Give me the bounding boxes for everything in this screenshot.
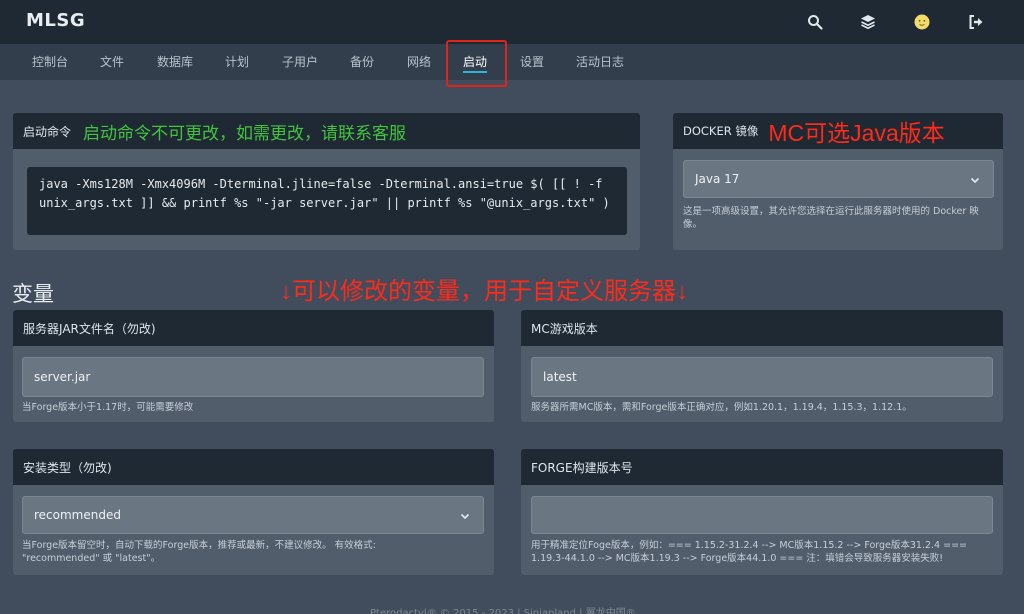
brand-logo[interactable]: MLSG: [26, 10, 85, 31]
chevron-down-icon: [970, 177, 980, 184]
layers-icon[interactable]: [858, 12, 878, 32]
mc-version-value: latest: [543, 370, 577, 384]
docker-image-header: DOCKER 镜像 MC可选Java版本: [673, 113, 1003, 149]
tab-console[interactable]: 控制台: [32, 44, 68, 80]
install-type-help: 当Forge版本留空时，自动下载的Forge版本，推荐或最新，不建议修改。 有效…: [22, 540, 376, 564]
mc-version-help: 服务器所需MC版本，需和Forge版本正确对应，例如1.20.1，1.19.4，…: [531, 402, 912, 413]
docker-image-selected: Java 17: [695, 172, 740, 186]
server-jar-input[interactable]: server.jar: [22, 357, 484, 397]
tab-users[interactable]: 子用户: [282, 44, 318, 80]
forge-build-input[interactable]: [531, 496, 993, 534]
search-icon[interactable]: [805, 12, 825, 32]
tab-schedules[interactable]: 计划: [225, 44, 249, 80]
logout-icon[interactable]: [966, 12, 986, 32]
install-type-value: recommended: [34, 508, 121, 522]
startup-command-header: 启动命令 启动命令不可更改，如需更改，请联系客服: [13, 113, 640, 149]
variable-label: MC游戏版本: [521, 310, 1003, 346]
docker-image-annotation: MC可选Java版本: [768, 120, 945, 146]
variables-banner: ↓可以修改的变量，用于自定义服务器↓: [280, 278, 688, 305]
server-jar-value: server.jar: [34, 370, 91, 384]
mc-version-input[interactable]: latest: [531, 357, 993, 397]
startup-command-title: 启动命令: [23, 124, 72, 139]
tab-files[interactable]: 文件: [100, 44, 124, 80]
server-jar-help: 当Forge版本小于1.17时，可能需要修改: [22, 402, 194, 413]
tab-network[interactable]: 网络: [407, 44, 431, 80]
tab-startup[interactable]: 启动: [463, 44, 488, 80]
install-type-select[interactable]: recommended: [22, 496, 484, 534]
startup-command-card: 启动命令 启动命令不可更改，如需更改，请联系客服 java -Xms128M -…: [13, 113, 640, 250]
startup-command-text: java -Xms128M -Xmx4096M -Dterminal.jline…: [27, 167, 627, 235]
variable-label: 安装类型（勿改): [13, 449, 494, 485]
footer-copyright: Pterodactyl® © 2015 - 2023 | Sinjapland …: [370, 608, 636, 614]
docker-image-title: DOCKER 镜像: [683, 124, 759, 138]
tab-settings[interactable]: 设置: [520, 44, 544, 80]
tab-activity[interactable]: 活动日志: [576, 44, 624, 80]
forge-build-help: 用于精准定位Foge版本，例如：=== 1.15.2-31.2.4 --> MC…: [531, 540, 967, 564]
startup-command-annotation: 启动命令不可更改，如需更改，请联系客服: [83, 123, 407, 144]
variable-label: FORGE构建版本号: [521, 449, 1003, 485]
tab-backups[interactable]: 备份: [350, 44, 374, 80]
docker-image-help: 这是一项高级设置，其允许您选择在运行此服务器时使用的 Docker 映像。: [683, 206, 979, 230]
server-nav: 控制台 文件 数据库 计划 子用户 备份 网络 启动 设置 活动日志: [0, 44, 1024, 80]
variable-label: 服务器JAR文件名（勿改): [13, 310, 494, 346]
variables-title: 变量: [12, 282, 54, 306]
docker-image-select[interactable]: Java 17: [683, 160, 994, 198]
avatar-icon[interactable]: [912, 12, 932, 32]
tab-databases[interactable]: 数据库: [157, 44, 193, 80]
chevron-down-icon: [460, 513, 470, 520]
top-bar: MLSG: [0, 0, 1024, 44]
